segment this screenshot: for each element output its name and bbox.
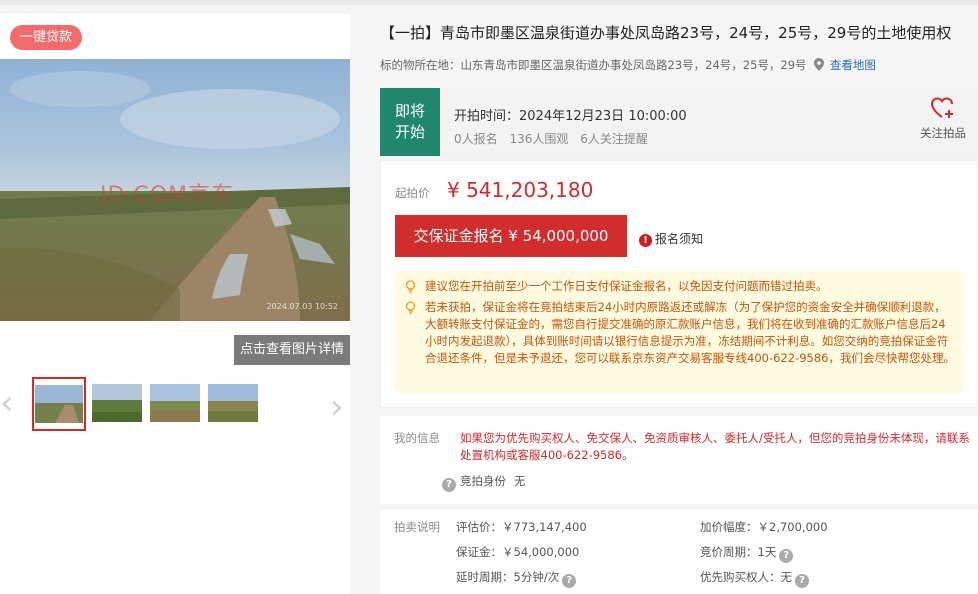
bidding-cycle: 竞价周期：1天? bbox=[700, 544, 794, 563]
bidder-role: ? 竞拍身份无 bbox=[442, 473, 526, 492]
auction-info-section: 拍卖说明 评估价：￥773,147,400 加价幅度：￥2,700,000 保证… bbox=[380, 510, 978, 594]
help-icon[interactable]: ? bbox=[779, 549, 794, 563]
bid-increment: 加价幅度：￥2,700,000 bbox=[700, 520, 828, 534]
status-line-1: 即将 bbox=[394, 102, 425, 120]
auction-info-label: 拍卖说明 bbox=[394, 520, 440, 534]
bid-panel: 起拍价 ¥ 541,203,180 交保证金报名 ¥ 54,000,000 ! 报… bbox=[380, 160, 978, 408]
alert-icon: ! bbox=[639, 234, 652, 247]
watermark: JD.COM京东 bbox=[100, 183, 235, 208]
signup-count: 0人报名 bbox=[454, 132, 498, 146]
thumbnail-2[interactable] bbox=[92, 384, 142, 422]
location-line: 标的物所在地：山东青岛市即墨区温泉街道办事处凤岛路23号，24号，25号，29号… bbox=[380, 57, 876, 73]
page-title: 【一拍】青岛市即墨区温泉街道办事处凤岛路23号，24号，25号，29号的土地使用… bbox=[380, 24, 952, 42]
loan-badge[interactable]: 一键贷款 bbox=[10, 25, 82, 50]
priority-buyer-text: 优先购买权人：无 bbox=[700, 570, 792, 584]
participation-counts: 0人报名 136人围观 6人关注提醒 bbox=[454, 130, 656, 147]
thumbnail-4[interactable] bbox=[208, 384, 258, 422]
view-image-details-button[interactable]: 点击查看图片详情 bbox=[234, 335, 350, 365]
deposit-amount: 保证金：￥54,000,000 bbox=[456, 545, 580, 559]
location-pin-icon bbox=[814, 58, 825, 71]
tips-box: 建议您在开拍前至少一个工作日支付保证金报名，以免因支付问题而错过拍卖。 若未获拍… bbox=[395, 271, 963, 393]
lightbulb-icon bbox=[405, 301, 416, 314]
chevron-left-icon[interactable]: ‹ bbox=[0, 386, 14, 420]
extension-period: 延时周期：5分钟/次? bbox=[456, 569, 577, 588]
location-label: 标的物所在地： bbox=[380, 58, 461, 72]
thumbnail-strip: ‹ › bbox=[0, 376, 350, 432]
start-price: ¥ 541,203,180 bbox=[447, 178, 594, 202]
bidding-cycle-text: 竞价周期：1天 bbox=[700, 545, 777, 559]
lightbulb-icon bbox=[405, 280, 416, 293]
start-time: 开拍时间：2024年12月23日 10:00:00 bbox=[454, 105, 687, 124]
help-icon[interactable]: ? bbox=[442, 478, 456, 492]
extension-period-text: 延时周期：5分钟/次 bbox=[456, 570, 560, 584]
heart-plus-icon bbox=[930, 97, 953, 118]
role-value: 无 bbox=[514, 474, 526, 488]
status-badge: 即将 开始 bbox=[380, 88, 440, 156]
thumbnail-3[interactable] bbox=[150, 384, 200, 422]
auction-status-panel: 即将 开始 开拍时间：2024年12月23日 10:00:00 0人报名 136… bbox=[380, 88, 978, 156]
follow-button[interactable]: 关注拍品 bbox=[918, 96, 968, 141]
tip-text-2: 若未获拍，保证金将在竞拍结束后24小时内原路返还或解冻（为了保护您的资金安全并确… bbox=[425, 300, 955, 365]
my-info-warning: 如果您为优先购买权人、免交保人、免资质审核人、委托人/受托人，但您的竞拍身份未体… bbox=[460, 431, 970, 462]
main-photo[interactable]: JD.COM京东 2024.07.03 10:52 bbox=[0, 59, 350, 321]
registration-notice-link[interactable]: ! 报名须知 bbox=[639, 230, 703, 247]
follow-label: 关注拍品 bbox=[920, 126, 966, 140]
start-price-label: 起拍价 bbox=[395, 186, 430, 200]
my-info-section: 我的信息 如果您为优先购买权人、免交保人、免资质审核人、委托人/受托人，但您的竞… bbox=[380, 416, 978, 504]
my-info-label: 我的信息 bbox=[394, 431, 440, 445]
top-divider bbox=[0, 0, 978, 5]
help-icon[interactable]: ? bbox=[795, 574, 809, 588]
pay-deposit-button[interactable]: 交保证金报名 ¥ 54,000,000 bbox=[395, 215, 627, 257]
appraisal-price: 评估价：￥773,147,400 bbox=[456, 520, 587, 534]
start-time-label: 开拍时间： bbox=[454, 109, 520, 124]
priority-buyer: 优先购买权人：无? bbox=[700, 569, 809, 588]
reminder-count: 6人关注提醒 bbox=[580, 132, 648, 146]
status-line-2: 开始 bbox=[394, 123, 425, 141]
help-icon[interactable]: ? bbox=[562, 574, 577, 588]
notice-label: 报名须知 bbox=[655, 232, 704, 246]
watcher-count: 136人围观 bbox=[509, 132, 569, 146]
start-time-value: 2024年12月23日 10:00:00 bbox=[519, 109, 687, 124]
thumbnail-1[interactable] bbox=[32, 377, 86, 431]
view-map-link[interactable]: 查看地图 bbox=[830, 58, 876, 72]
tip-item: 若未获拍，保证金将在竞拍结束后24小时内原路返还或解冻（为了保护您的资金安全并确… bbox=[405, 299, 955, 367]
location-address: 山东青岛市即墨区温泉街道办事处凤岛路23号，24号，25号，29号 bbox=[460, 58, 807, 72]
image-gallery: 一键贷款 JD.COM京东 2024.07.03 10:52 点击查看图片详情 … bbox=[0, 14, 350, 594]
photo-timestamp: 2024.07.03 10:52 bbox=[266, 302, 338, 311]
role-label: 竞拍身份 bbox=[460, 474, 506, 488]
tip-item: 建议您在开拍前至少一个工作日支付保证金报名，以免因支付问题而错过拍卖。 bbox=[405, 278, 955, 295]
tip-text-1: 建议您在开拍前至少一个工作日支付保证金报名，以免因支付问题而错过拍卖。 bbox=[425, 279, 828, 293]
